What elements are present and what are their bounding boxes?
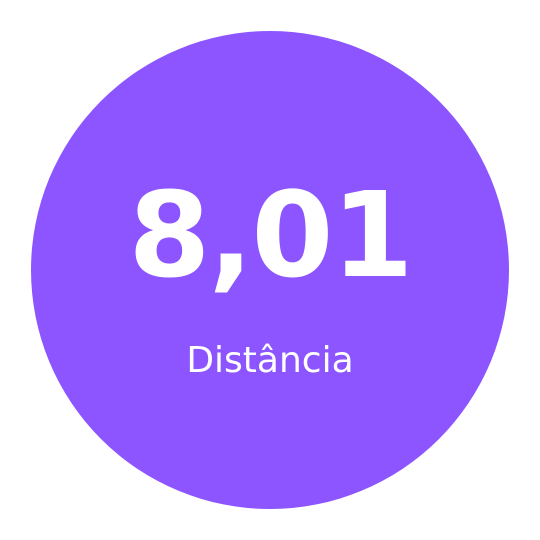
metric-card: 8,01 Distância [0,0,540,540]
metric-value: 8,01 [128,166,413,304]
metric-label: Distância [186,340,354,381]
